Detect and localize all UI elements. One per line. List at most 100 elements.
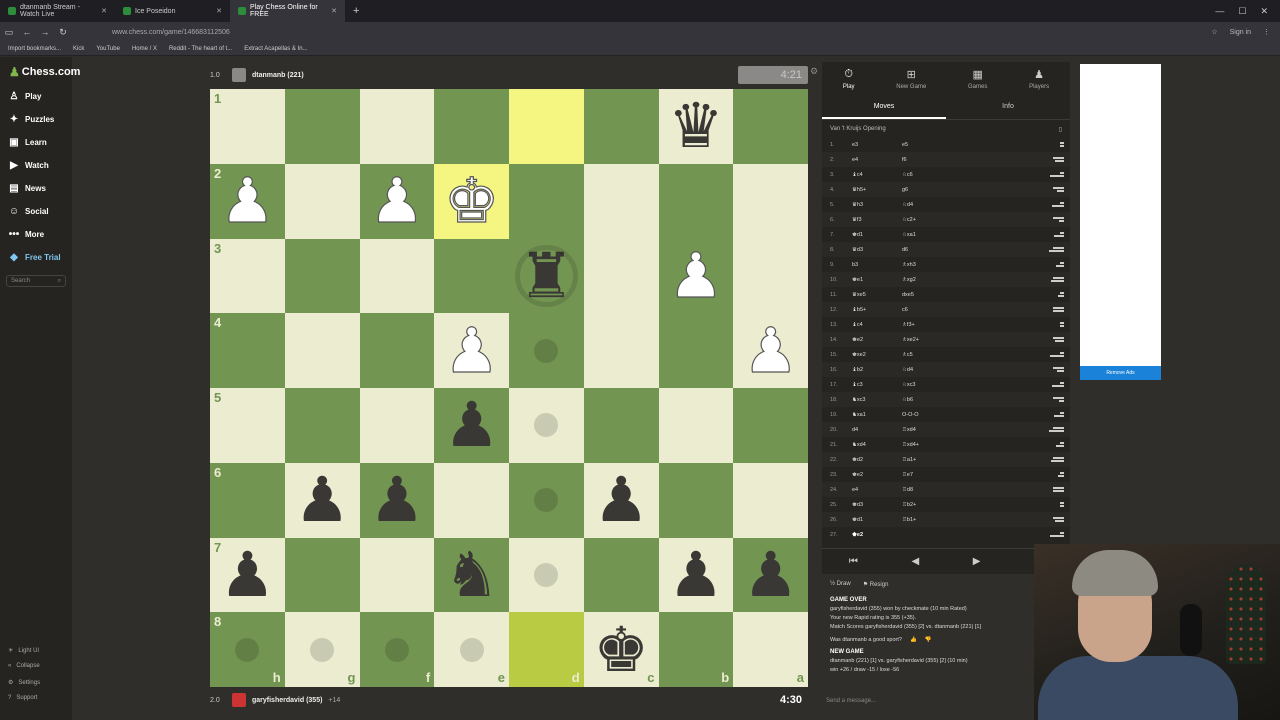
- black-queen-piece[interactable]: ♛: [668, 95, 724, 157]
- move-hint-dot[interactable]: [384, 637, 409, 662]
- resign-button[interactable]: ⚑ Resign: [863, 581, 889, 588]
- black-move[interactable]: ♗xe2+: [902, 337, 952, 343]
- tab-games[interactable]: ▦ Games: [968, 68, 987, 98]
- square-g3[interactable]: [284, 238, 360, 314]
- close-tab-icon[interactable]: ✕: [216, 7, 222, 15]
- square-h3[interactable]: 3: [210, 238, 285, 314]
- ad-banner[interactable]: Remove Ads: [1080, 64, 1161, 380]
- black-move[interactable]: ♘xa1: [902, 232, 952, 238]
- square-a8[interactable]: a: [733, 612, 808, 687]
- square-d3[interactable]: ♜: [509, 238, 584, 314]
- white-move[interactable]: ♝b5+: [852, 307, 902, 313]
- black-pawn-piece[interactable]: ♟: [743, 543, 799, 606]
- sidebar-toggle-icon[interactable]: ▭: [0, 27, 18, 38]
- square-d1[interactable]: [509, 89, 584, 164]
- square-e6[interactable]: [434, 462, 509, 538]
- browser-tab-1[interactable]: dtanmanb Stream - Watch Live ✕: [0, 0, 115, 22]
- square-d6[interactable]: [509, 462, 584, 538]
- white-move[interactable]: ♛f3: [852, 217, 902, 223]
- white-pawn-piece[interactable]: ♟: [219, 169, 276, 232]
- square-d7[interactable]: [509, 537, 584, 613]
- close-window-icon[interactable]: ✕: [1260, 6, 1268, 17]
- sidebar-item-social[interactable]: ☺ Social: [8, 205, 49, 217]
- square-c5[interactable]: [583, 388, 659, 463]
- bookmark-item[interactable]: YouTube: [96, 46, 120, 52]
- square-e2[interactable]: ♚: [434, 163, 509, 239]
- black-king-piece[interactable]: ♚: [593, 618, 649, 681]
- square-g1[interactable]: [284, 89, 360, 164]
- white-pawn-piece[interactable]: ♟: [368, 169, 425, 232]
- draw-button[interactable]: ½ Draw: [830, 581, 851, 587]
- square-f8[interactable]: f: [359, 612, 435, 687]
- maximize-icon[interactable]: ☐: [1238, 6, 1246, 17]
- close-tab-icon[interactable]: ✕: [101, 7, 107, 15]
- avatar[interactable]: [232, 693, 246, 707]
- black-move[interactable]: O-O-O: [902, 412, 952, 418]
- white-move[interactable]: e3: [852, 142, 902, 148]
- previous-move-button[interactable]: ◀: [911, 556, 919, 567]
- black-move[interactable]: ♘d4: [902, 367, 952, 373]
- square-e4[interactable]: ♟: [434, 313, 509, 388]
- tab-players[interactable]: ♟ Players: [1029, 68, 1049, 98]
- square-a1[interactable]: [733, 89, 808, 164]
- square-g7[interactable]: [284, 537, 360, 613]
- square-e1[interactable]: [434, 89, 509, 164]
- square-g4[interactable]: [284, 313, 360, 388]
- black-pawn-piece[interactable]: ♟: [369, 469, 425, 531]
- white-move[interactable]: e4: [852, 157, 902, 163]
- white-move[interactable]: ♝c4: [852, 322, 902, 328]
- square-a5[interactable]: [733, 388, 808, 463]
- black-move[interactable]: ♖e7: [902, 472, 952, 478]
- bookmark-item[interactable]: Extract Acapellas & In...: [244, 46, 307, 52]
- square-f1[interactable]: [359, 89, 435, 164]
- white-move[interactable]: ♞xa1: [852, 412, 902, 418]
- square-d4[interactable]: [509, 313, 584, 388]
- sidebar-item-free-trial[interactable]: ◆ Free Trial: [8, 251, 60, 263]
- tab-new-game[interactable]: ⊞ New Game: [896, 68, 926, 98]
- black-move[interactable]: ♘d4: [902, 202, 952, 208]
- bookmark-item[interactable]: Home / X: [132, 46, 157, 52]
- square-g6[interactable]: ♟: [284, 462, 360, 538]
- sidebar-item-watch[interactable]: ▶ Watch: [8, 159, 49, 171]
- black-move[interactable]: ♖xd4+: [902, 442, 952, 448]
- square-b1[interactable]: ♛: [658, 89, 734, 164]
- black-move[interactable]: ♘xc3: [902, 382, 952, 388]
- square-b2[interactable]: [658, 163, 734, 239]
- sidebar-item-more[interactable]: ••• More: [8, 228, 44, 240]
- square-d8[interactable]: d: [509, 612, 584, 687]
- square-c1[interactable]: [583, 89, 659, 164]
- square-h6[interactable]: 6: [210, 462, 285, 538]
- bookmark-item[interactable]: Import bookmarks...: [8, 46, 61, 52]
- black-move[interactable]: ♖b1+: [902, 517, 952, 523]
- square-e7[interactable]: ♞: [434, 537, 509, 613]
- white-king-piece[interactable]: ♚: [443, 169, 500, 232]
- square-g8[interactable]: g: [284, 612, 360, 687]
- black-move[interactable]: f6: [902, 157, 952, 163]
- bookmark-icon[interactable]: ▯: [1059, 126, 1062, 133]
- remove-ads-button[interactable]: Remove Ads: [1080, 366, 1161, 380]
- move-hint-dot[interactable]: [235, 637, 260, 662]
- black-move[interactable]: d6: [902, 247, 952, 253]
- white-move[interactable]: ♚d1: [852, 232, 902, 238]
- white-move[interactable]: ♚e2: [852, 472, 902, 478]
- sidebar-search-input[interactable]: Search ⌕: [6, 275, 66, 287]
- sidebar-item-play[interactable]: ♙ Play: [8, 90, 42, 102]
- white-move[interactable]: ♚d2: [852, 457, 902, 463]
- reload-icon[interactable]: ↻: [54, 27, 72, 38]
- white-move[interactable]: ♝c4: [852, 172, 902, 178]
- black-move[interactable]: g6: [902, 187, 952, 193]
- square-c2[interactable]: [583, 163, 659, 239]
- black-move[interactable]: ♘c2+: [902, 217, 952, 223]
- bookmark-star-icon[interactable]: ☆: [1211, 28, 1217, 36]
- sidebar-item-puzzles[interactable]: ✦ Puzzles: [8, 113, 55, 125]
- square-c7[interactable]: [583, 537, 659, 613]
- black-move[interactable]: ♗xh3: [902, 262, 952, 268]
- next-move-button[interactable]: ▶: [973, 556, 981, 567]
- top-player-name[interactable]: dtanmanb (221): [252, 72, 304, 79]
- white-pawn-piece[interactable]: ♟: [443, 319, 500, 382]
- chesscom-logo[interactable]: ♟ Chess.com: [9, 65, 80, 79]
- black-pawn-piece[interactable]: ♟: [444, 394, 500, 456]
- white-move[interactable]: ♝c3: [852, 382, 902, 388]
- signin-button[interactable]: Sign in: [1230, 29, 1251, 36]
- sidebar-light-ui[interactable]: ☀ Light UI: [8, 647, 39, 655]
